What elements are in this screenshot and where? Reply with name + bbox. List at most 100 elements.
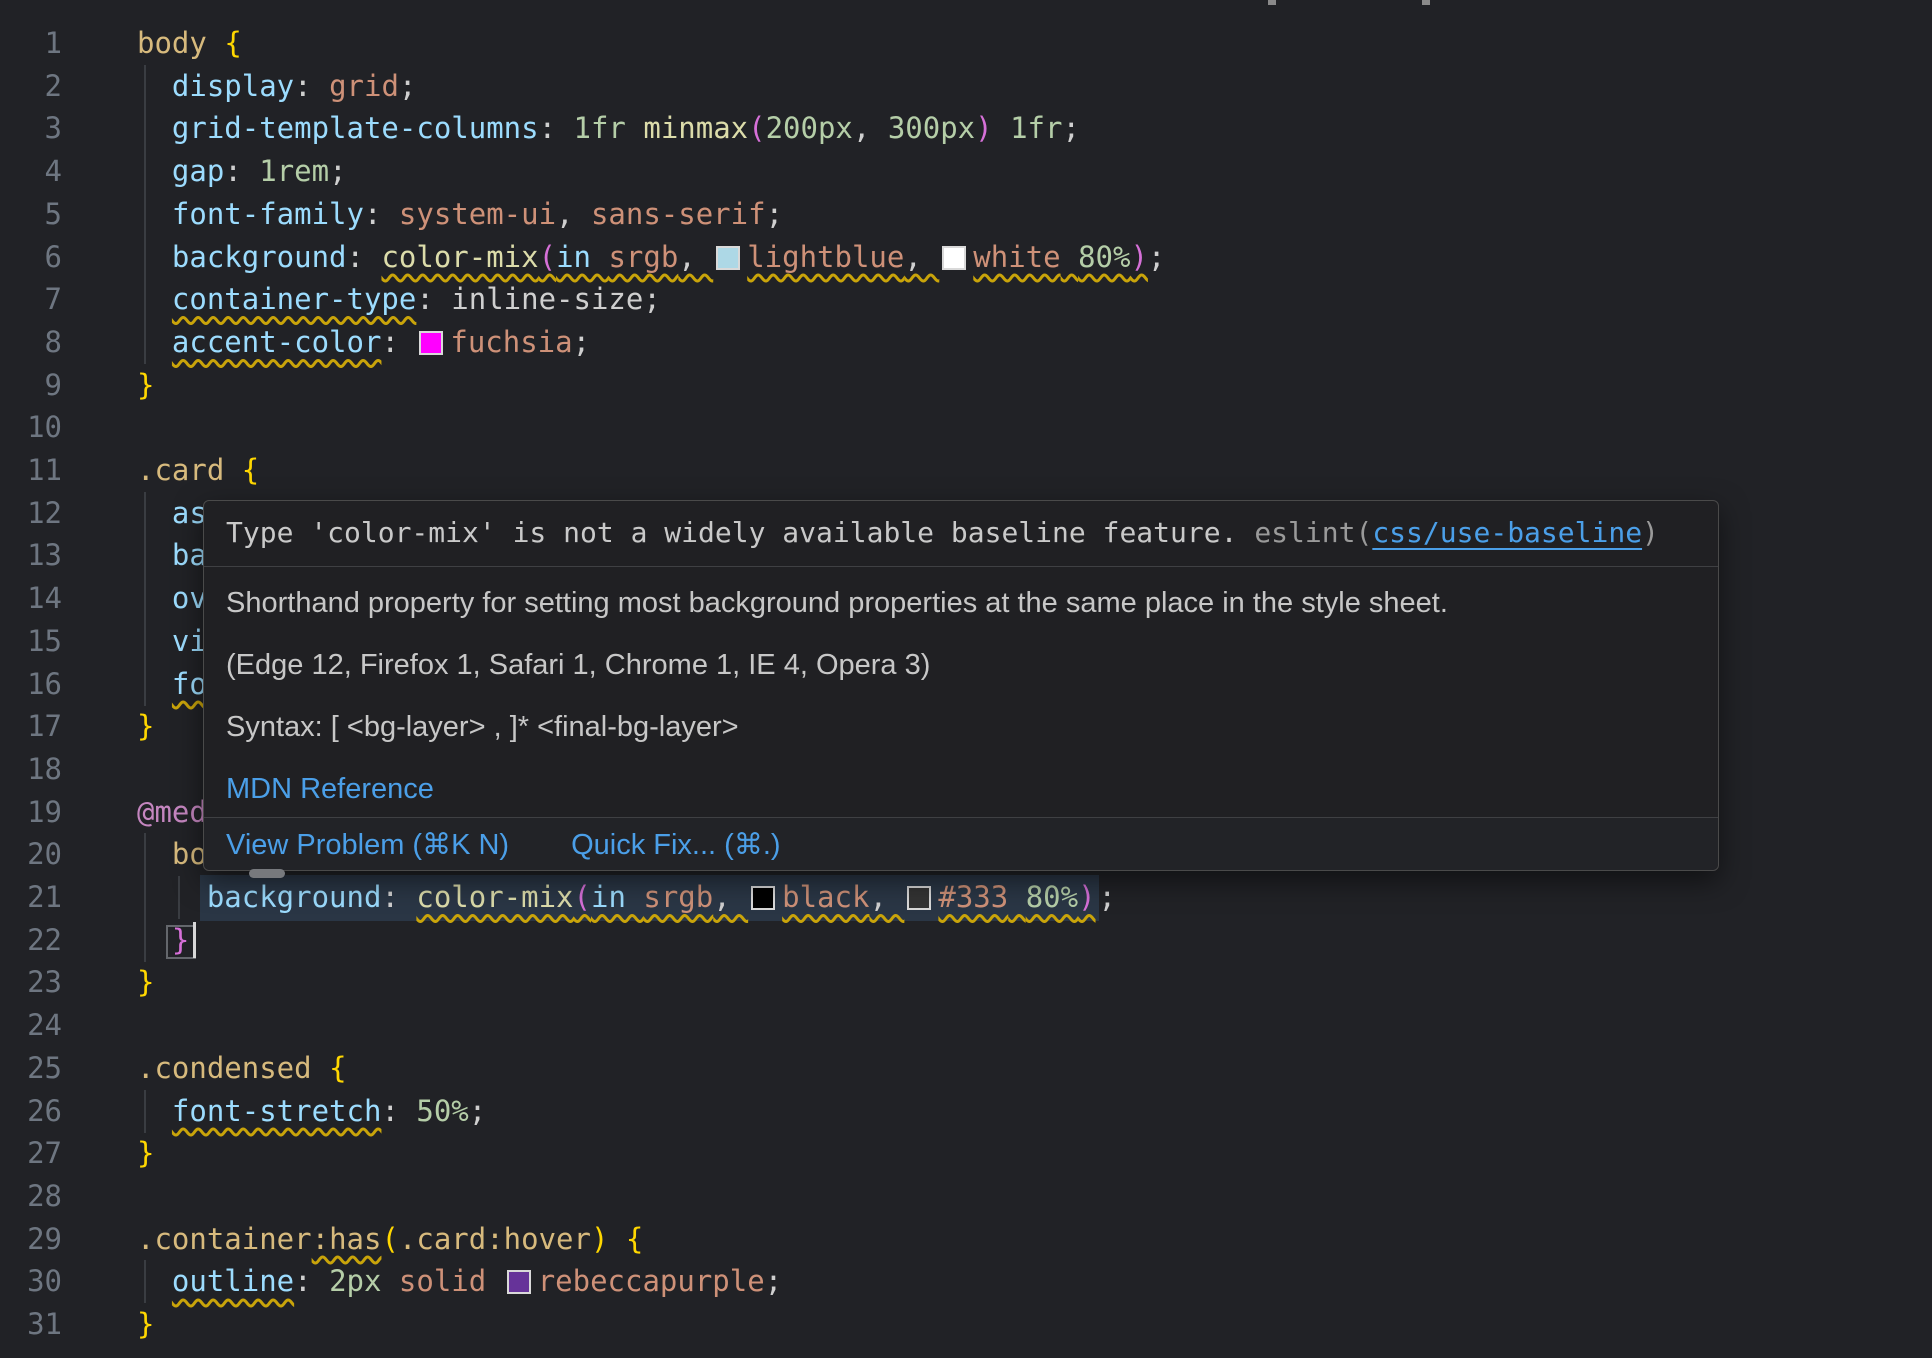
code-line[interactable]: 2 display: grid; [0,65,1932,108]
clipped-glyph-fragment [1422,0,1430,5]
code-token: 80% [1026,880,1078,914]
code-token: : [294,1264,329,1298]
code-token: 300px [888,111,975,145]
code-token: 200px [766,111,853,145]
code-text: } [137,961,154,1004]
matched-bracket: } [172,923,189,957]
code-line[interactable]: 1body { [0,22,1932,65]
code-line[interactable]: 11.card { [0,449,1932,492]
code-line[interactable]: 24 [0,1004,1932,1047]
code-token: ; [469,1094,486,1128]
line-number: 6 [0,236,62,279]
code-token: :has [312,1222,382,1256]
code-token: grid-template-columns [172,111,539,145]
code-token: ( [381,1222,398,1256]
code-token: font-stretch [172,1094,382,1128]
color-swatch[interactable] [419,331,443,355]
line-number: 20 [0,833,62,876]
color-swatch[interactable] [507,1270,531,1294]
diagnostic-message-row: Type 'color-mix' is not a widely availab… [204,501,1718,567]
code-line[interactable]: 23} [0,961,1932,1004]
code-line[interactable]: 28 [0,1175,1932,1218]
code-token: : [416,282,451,316]
code-line[interactable]: 27} [0,1132,1932,1175]
code-token: 50% [416,1094,468,1128]
code-token [137,880,207,914]
code-token: { [224,26,241,60]
line-number: 27 [0,1132,62,1175]
code-token: .condensed [137,1051,329,1085]
code-token: ; [573,325,590,359]
line-number: 19 [0,791,62,834]
code-line[interactable]: 21 background: color-mix(in srgb, black,… [0,876,1932,919]
code-line[interactable]: 26 font-stretch: 50%; [0,1090,1932,1133]
code-token: black [782,880,869,914]
code-text: bo [137,833,207,876]
code-token: rebeccapurple [538,1264,765,1298]
code-token [137,69,172,103]
code-line[interactable]: 31} [0,1303,1932,1346]
code-line[interactable]: 8 accent-color: fuchsia; [0,321,1932,364]
code-text: } [137,1132,154,1175]
code-token: minmax [643,111,748,145]
color-swatch[interactable] [942,246,966,270]
code-token: 1fr [574,111,626,145]
code-line[interactable]: 25.condensed { [0,1047,1932,1090]
eslint-prefix: eslint( [1254,516,1372,549]
code-token: ; [766,197,783,231]
code-line[interactable]: 5 font-family: system-ui, sans-serif; [0,193,1932,236]
code-token: srgb [608,240,678,274]
code-editor[interactable]: 1body {2 display: grid;3 grid-template-c… [0,0,1932,1358]
view-problem-link[interactable]: View Problem (⌘K N) [226,827,509,862]
code-token [137,282,172,316]
code-token [137,624,172,658]
line-number: 24 [0,1004,62,1047]
code-token: .container [137,1222,312,1256]
code-token: { [626,1222,643,1256]
code-token [137,496,172,530]
code-line[interactable]: 7 container-type: inline-size; [0,278,1932,321]
code-token: ) [975,111,992,145]
code-token [1008,880,1025,914]
code-line[interactable]: 9} [0,364,1932,407]
line-number: 4 [0,150,62,193]
line-number: 10 [0,406,62,449]
line-number: 14 [0,577,62,620]
code-line[interactable]: 4 gap: 1rem; [0,150,1932,193]
property-description: Shorthand property for setting most back… [226,585,1696,621]
code-token [381,1264,398,1298]
code-token: ) [1130,240,1147,274]
code-line[interactable]: 3 grid-template-columns: 1fr minmax(200p… [0,107,1932,150]
eslint-rule-link[interactable]: css/use-baseline [1372,516,1642,549]
code-token: vi [172,624,207,658]
warning-squiggle-range: :has [312,1222,382,1256]
code-token: 1fr [1010,111,1062,145]
code-token: } [137,965,154,999]
color-swatch[interactable] [907,886,931,910]
code-token: { [329,1051,346,1085]
code-text: body { [137,22,242,65]
code-line[interactable]: 6 background: color-mix(in srgb, lightbl… [0,236,1932,279]
color-swatch[interactable] [716,246,740,270]
code-text: } [137,919,196,962]
quick-fix-link[interactable]: Quick Fix... (⌘.) [571,827,780,862]
code-token [137,240,172,274]
hover-scrollbar-handle[interactable] [249,869,285,878]
code-text: gap: 1rem; [137,150,347,193]
line-number: 28 [0,1175,62,1218]
code-line[interactable]: 22 } [0,919,1932,962]
code-line[interactable]: 10 [0,406,1932,449]
code-line[interactable]: 30 outline: 2px solid rebeccapurple; [0,1260,1932,1303]
line-number: 31 [0,1303,62,1346]
code-text: font-stretch: 50%; [137,1090,486,1133]
code-text: .container:has(.card:hover) { [137,1218,643,1261]
mdn-reference-link[interactable]: MDN Reference [226,773,434,805]
code-token: font-family [172,197,364,231]
code-text: ov [137,577,207,620]
code-token: body [137,26,224,60]
code-line[interactable]: 29.container:has(.card:hover) { [0,1218,1932,1261]
line-number: 2 [0,65,62,108]
code-token: @med [137,795,207,829]
color-swatch[interactable] [751,886,775,910]
code-token: 2px [329,1264,381,1298]
